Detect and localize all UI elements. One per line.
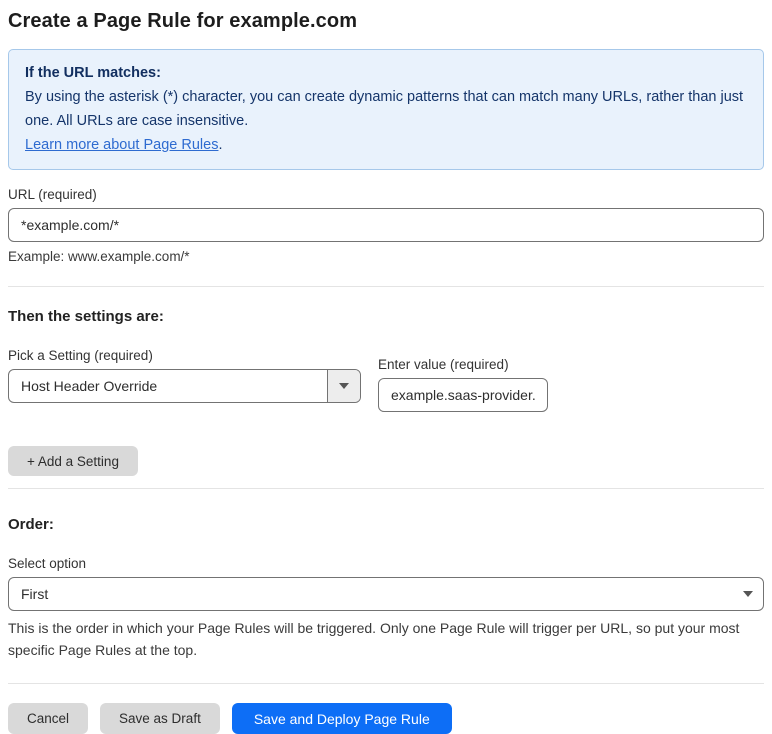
pick-setting-select[interactable]: Host Header Override — [8, 369, 361, 403]
create-page-rule-form: Create a Page Rule for example.com If th… — [0, 0, 772, 734]
order-select[interactable]: First — [8, 577, 764, 611]
save-as-draft-button[interactable]: Save as Draft — [100, 703, 220, 734]
save-and-deploy-button[interactable]: Save and Deploy Page Rule — [231, 703, 452, 734]
enter-value-label: Enter value (required) — [378, 357, 509, 372]
order-section-heading: Order: — [8, 516, 54, 533]
info-box-link-line: Learn more about Page Rules. — [25, 133, 747, 157]
order-select-label: Select option — [8, 556, 87, 571]
pick-setting-selected-value: Host Header Override — [21, 378, 158, 394]
order-helper-text: This is the order in which your Page Rul… — [8, 620, 740, 658]
enter-value-column: Enter value (required) — [378, 357, 548, 412]
divider — [8, 286, 764, 287]
learn-more-link[interactable]: Learn more about Page Rules — [25, 137, 218, 153]
footer-action-bar: Cancel Save as Draft Save and Deploy Pag… — [8, 703, 764, 734]
cancel-button[interactable]: Cancel — [8, 703, 89, 734]
settings-row: Pick a Setting (required) Host Header Ov… — [8, 348, 764, 412]
info-box-heading: If the URL matches: — [25, 65, 161, 81]
page-title: Create a Page Rule for example.com — [8, 10, 358, 32]
setting-value-input[interactable] — [378, 378, 548, 412]
info-box-body: By using the asterisk (*) character, you… — [25, 89, 744, 129]
order-selected-value: First — [21, 586, 49, 602]
divider — [8, 683, 764, 684]
pick-setting-column: Pick a Setting (required) Host Header Ov… — [8, 348, 361, 412]
chevron-down-icon — [327, 370, 360, 402]
add-setting-button[interactable]: + Add a Setting — [8, 446, 138, 476]
pick-setting-label: Pick a Setting (required) — [8, 348, 153, 363]
divider — [8, 488, 764, 489]
settings-section-heading: Then the settings are: — [8, 308, 164, 325]
url-input[interactable] — [8, 208, 764, 242]
link-period: . — [218, 137, 223, 153]
url-label: URL (required) — [8, 187, 97, 202]
url-example-helper: Example: www.example.com/* — [8, 249, 190, 264]
url-match-info-box: If the URL matches: By using the asteris… — [8, 49, 764, 170]
chevron-down-icon — [733, 578, 763, 610]
